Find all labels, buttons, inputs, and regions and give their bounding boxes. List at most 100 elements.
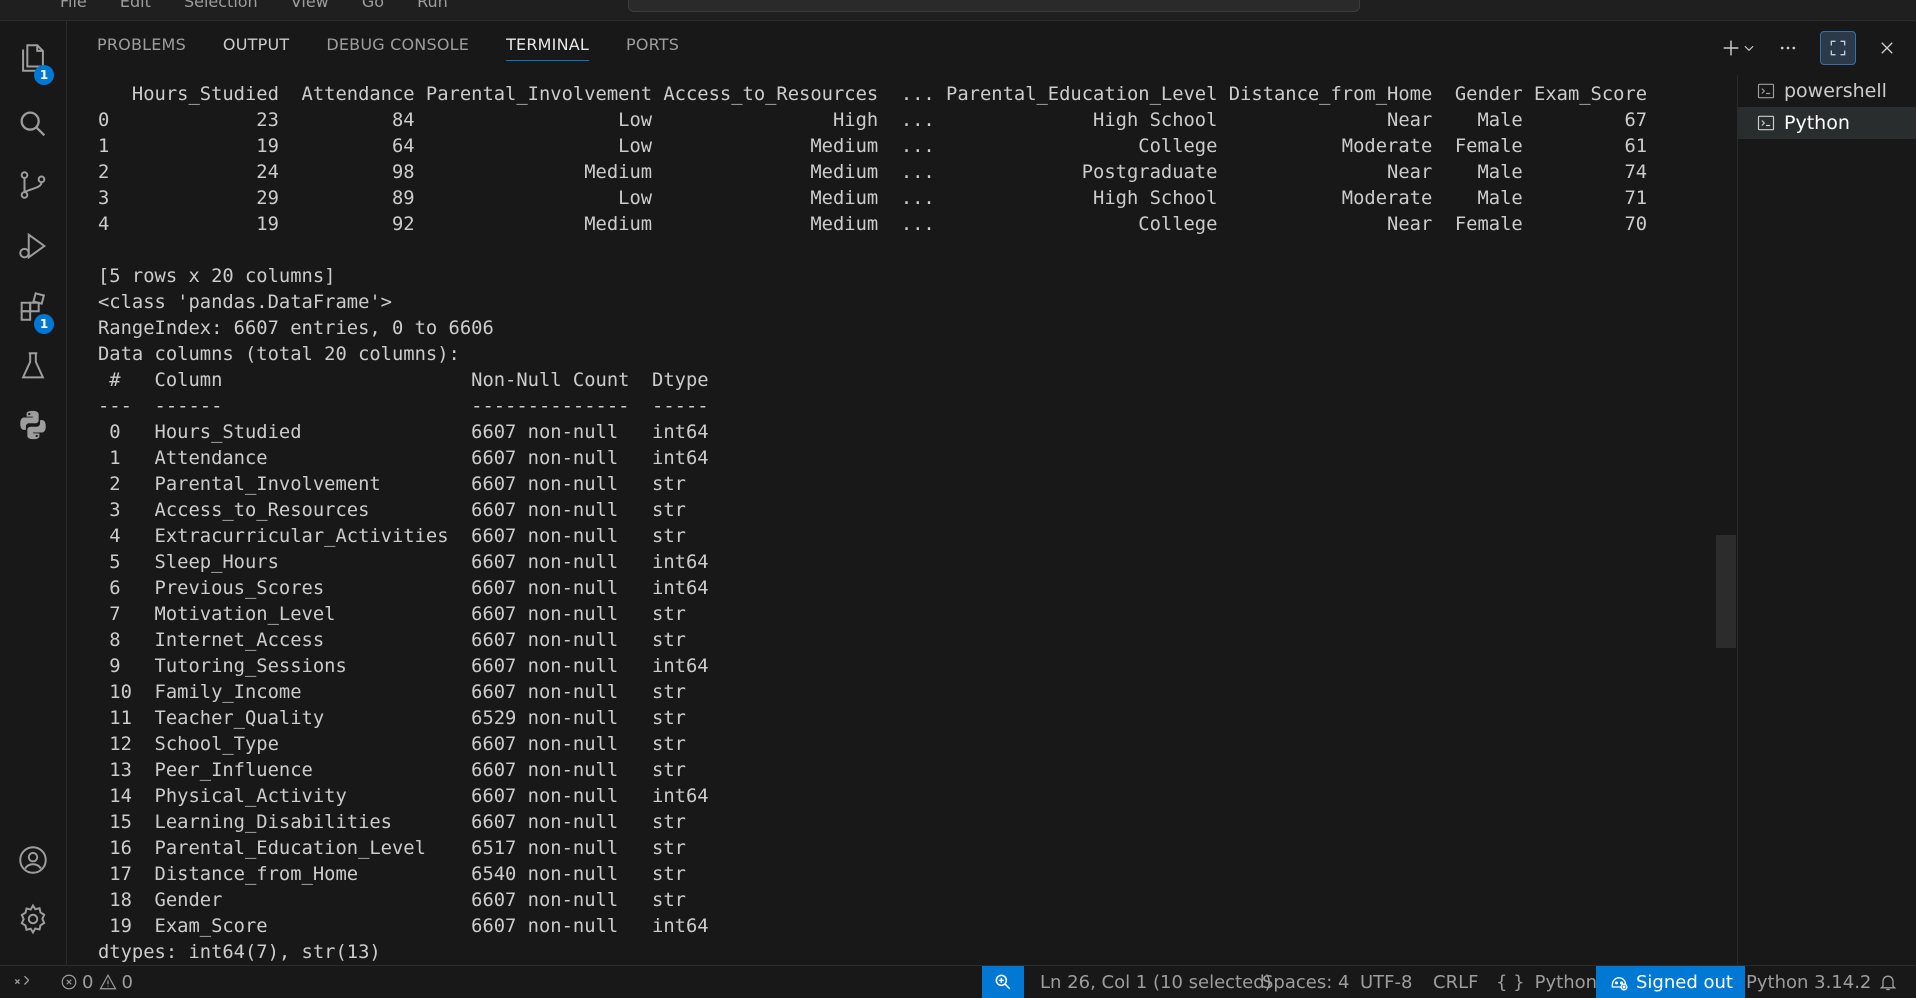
terminal-icon <box>1757 83 1775 99</box>
problems-status[interactable]: 0 0 <box>60 966 133 998</box>
terminal-line: 6 Previous_Scores 6607 non-null int64 <box>98 578 709 599</box>
terminal-line: 0 23 84 Low High ... High School Near Ma… <box>98 110 1648 131</box>
chevron-down-icon <box>1744 45 1754 52</box>
manage-button[interactable] <box>0 888 66 950</box>
new-terminal-button[interactable] <box>1720 37 1756 59</box>
terminal-line: 11 Teacher_Quality 6529 non-null str <box>98 708 686 729</box>
terminal-line: 4 19 92 Medium Medium ... College Near F… <box>98 214 1648 235</box>
terminal-item-label: powershell <box>1784 80 1887 102</box>
ellipsis-icon <box>1780 46 1796 50</box>
eol-status[interactable]: CRLF <box>1433 966 1478 998</box>
account-status[interactable]: Signed out <box>1596 966 1745 998</box>
terminal-list: powershell Python <box>1737 75 1916 965</box>
terminal-line: 5 Sleep_Hours 6607 non-null int64 <box>98 552 709 573</box>
python-button[interactable] <box>0 394 66 456</box>
braces-icon: { } <box>1496 971 1525 993</box>
menu-go[interactable]: Go <box>362 0 384 11</box>
explorer-button[interactable]: 1 <box>0 27 66 89</box>
accounts-button[interactable] <box>0 829 66 891</box>
search-icon <box>20 111 46 137</box>
tab-ports[interactable]: PORTS <box>626 35 679 61</box>
menu-bar: File Edit Selection View Go Run <box>60 0 476 11</box>
indentation-status[interactable]: Spaces: 4 <box>1262 966 1349 998</box>
terminal-line: 17 Distance_from_Home 6540 non-null str <box>98 864 686 885</box>
maximize-icon <box>1830 40 1846 56</box>
tab-output[interactable]: OUTPUT <box>223 35 289 61</box>
error-icon <box>61 974 77 990</box>
menu-view[interactable]: View <box>291 0 329 11</box>
terminal-line: 7 Motivation_Level 6607 non-null str <box>98 604 686 625</box>
panel-toolbar <box>1698 31 1896 65</box>
activity-bar: 1 1 <box>0 21 67 965</box>
language-mode[interactable]: { } Python <box>1496 966 1597 998</box>
terminal-line: Hours_Studied Attendance Parental_Involv… <box>98 84 1648 105</box>
error-count: 0 <box>82 971 94 993</box>
menu-selection[interactable]: Selection <box>184 0 258 11</box>
encoding-status[interactable]: UTF-8 <box>1360 966 1412 998</box>
notifications-button[interactable] <box>1878 966 1898 998</box>
terminal-item-python[interactable]: Python <box>1738 107 1916 139</box>
terminal-output[interactable]: Hours_Studied Attendance Parental_Involv… <box>98 82 1698 967</box>
more-actions-button[interactable] <box>1778 38 1798 58</box>
remote-button[interactable] <box>12 966 32 998</box>
terminal-line: 0 Hours_Studied 6607 non-null int64 <box>98 422 709 443</box>
zoom-button[interactable] <box>982 966 1024 998</box>
terminal-line: 1 19 64 Low Medium ... College Moderate … <box>98 136 1648 157</box>
close-icon <box>1881 42 1893 54</box>
zoom-in-icon <box>995 974 1011 990</box>
extensions-button[interactable]: 1 <box>0 276 66 338</box>
terminal-line: 4 Extracurricular_Activities 6607 non-nu… <box>98 526 686 547</box>
account-label: Signed out <box>1636 971 1733 993</box>
explorer-badge: 1 <box>34 65 54 85</box>
cursor-position[interactable]: Ln 26, Col 1 (10 selected) <box>1040 966 1272 998</box>
terminal-line: --- ------ -------------- ----- <box>98 396 709 417</box>
warning-icon <box>99 974 117 990</box>
terminal-line: 16 Parental_Education_Level 6517 non-nul… <box>98 838 686 859</box>
warning-count: 0 <box>121 971 133 993</box>
terminal-line: dtypes: int64(7), str(13) <box>98 942 381 963</box>
python-icon <box>20 410 46 440</box>
terminal-line: 9 Tutoring_Sessions 6607 non-null int64 <box>98 656 709 677</box>
maximize-panel-button[interactable] <box>1820 31 1856 65</box>
menu-run[interactable]: Run <box>417 0 448 11</box>
menu-edit[interactable]: Edit <box>120 0 151 11</box>
terminal-line: 3 Access_to_Resources 6607 non-null str <box>98 500 686 521</box>
terminal-scrollbar[interactable] <box>1716 535 1736 648</box>
terminal-item-label: Python <box>1784 112 1850 134</box>
python-interpreter[interactable]: Python 3.14.2 <box>1746 966 1871 998</box>
close-panel-button[interactable] <box>1878 39 1896 57</box>
flask-icon <box>21 352 45 379</box>
remote-icon <box>14 975 30 985</box>
status-bar: 0 0 Ln 26, Col 1 (10 selected) Spaces: 4… <box>0 965 1916 998</box>
run-debug-button[interactable] <box>0 215 66 277</box>
terminal-line: Data columns (total 20 columns): <box>98 344 460 365</box>
account-icon <box>19 846 47 874</box>
terminal-line: 12 School_Type 6607 non-null str <box>98 734 686 755</box>
tab-debug-console[interactable]: DEBUG CONSOLE <box>326 35 469 61</box>
search-button[interactable] <box>0 93 66 155</box>
panel-tabs: PROBLEMS OUTPUT DEBUG CONSOLE TERMINAL P… <box>97 35 716 61</box>
copilot-icon <box>1611 977 1628 991</box>
terminal-line: 15 Learning_Disabilities 6607 non-null s… <box>98 812 686 833</box>
terminal-line: 18 Gender 6607 non-null str <box>98 890 686 911</box>
gear-icon <box>20 903 46 935</box>
terminal-line: 13 Peer_Influence 6607 non-null str <box>98 760 686 781</box>
menu-file[interactable]: File <box>60 0 87 11</box>
tab-terminal[interactable]: TERMINAL <box>506 35 590 61</box>
terminal-line: 3 29 89 Low Medium ... High School Moder… <box>98 188 1648 209</box>
terminal-item-powershell[interactable]: powershell <box>1738 75 1916 107</box>
language-label: Python <box>1534 971 1598 993</box>
tab-problems[interactable]: PROBLEMS <box>97 35 186 61</box>
terminal-line: 2 Parental_Involvement 6607 non-null str <box>98 474 686 495</box>
command-center[interactable] <box>628 0 1360 12</box>
source-control-icon <box>20 171 46 199</box>
terminal-line: RangeIndex: 6607 entries, 0 to 6606 <box>98 318 494 339</box>
testing-button[interactable] <box>0 335 66 397</box>
terminal-icon <box>1757 115 1775 131</box>
terminal-line: [5 rows x 20 columns] <box>98 266 336 287</box>
source-control-button[interactable] <box>0 154 66 216</box>
terminal-line: 1 Attendance 6607 non-null int64 <box>98 448 709 469</box>
terminal-line: # Column Non-Null Count Dtype <box>98 370 709 391</box>
terminal-line: <class 'pandas.DataFrame'> <box>98 292 392 313</box>
